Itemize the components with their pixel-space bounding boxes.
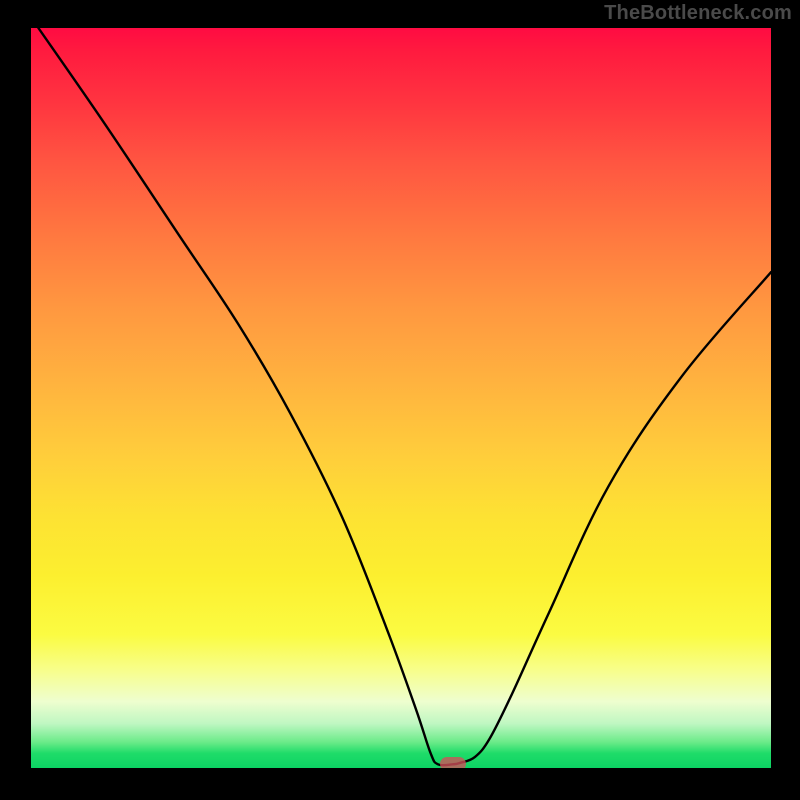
optimal-point-marker: [440, 757, 466, 768]
chart-frame: TheBottleneck.com: [0, 0, 800, 800]
plot-area: [31, 28, 771, 768]
watermark-text: TheBottleneck.com: [604, 2, 792, 25]
bottleneck-curve: [31, 28, 771, 768]
